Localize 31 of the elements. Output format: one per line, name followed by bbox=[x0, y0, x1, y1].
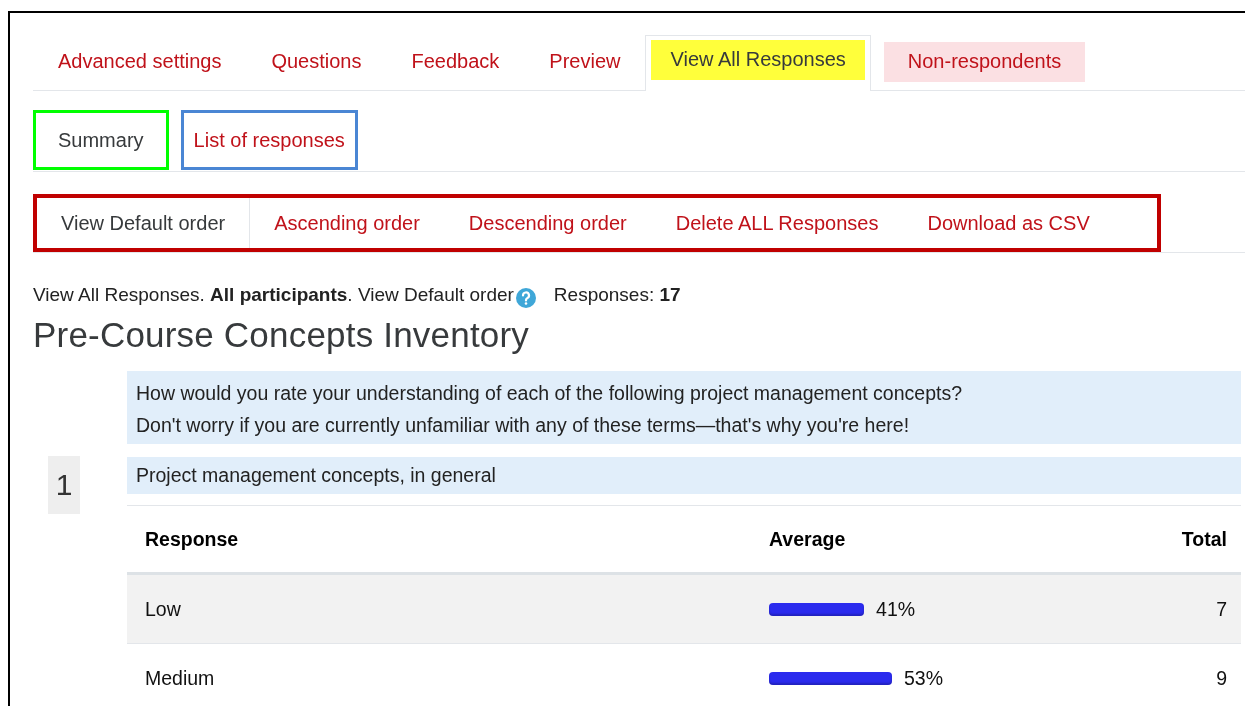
order-link[interactable]: Delete ALL Responses bbox=[651, 198, 904, 248]
tab-label: Questions bbox=[270, 50, 363, 73]
tab[interactable]: View All Responses bbox=[645, 35, 871, 91]
column-header: Total bbox=[1180, 527, 1227, 551]
sub-tab[interactable]: Summary bbox=[33, 110, 169, 170]
total-cell-text: 9 bbox=[1215, 666, 1227, 690]
question-item: Project management concepts, in general bbox=[127, 457, 1241, 494]
order-link[interactable]: Download as CSV bbox=[903, 198, 1115, 248]
tab-label: Feedback bbox=[410, 50, 501, 73]
tab-label: Non-respondents bbox=[883, 41, 1086, 82]
average-cell: 41% bbox=[876, 597, 916, 621]
tab-label: View All Responses bbox=[651, 39, 865, 80]
page-title: Pre-Course Concepts Inventory bbox=[33, 315, 531, 355]
responses-count: Responses: 17 bbox=[553, 284, 681, 306]
question-number: 1 bbox=[48, 456, 80, 514]
tab-label: Preview bbox=[548, 50, 622, 73]
response-cell-text: Medium bbox=[145, 666, 216, 690]
intro-line: Don't worry if you are currently unfamiliar with any of these terms—that's why you're here! bbox=[136, 413, 911, 438]
column-header: Response bbox=[145, 527, 240, 551]
tab-label: Advanced settings bbox=[57, 50, 223, 73]
order-link[interactable]: Descending order bbox=[444, 198, 652, 248]
view-info: View All Responses. All participants. View Default order bbox=[33, 284, 514, 306]
order-link[interactable]: View Default order bbox=[37, 198, 251, 248]
total-cell-text: 7 bbox=[1215, 597, 1227, 621]
help-icon[interactable] bbox=[515, 288, 536, 308]
column-header: Average bbox=[769, 527, 847, 551]
average-cell: 53% bbox=[903, 666, 943, 690]
order-link[interactable]: Ascending order bbox=[250, 198, 445, 248]
response-cell-text: Low bbox=[145, 597, 182, 621]
intro-line: How would you rate your understanding of each of the following project management concepts? bbox=[136, 381, 963, 406]
sub-tab[interactable]: List of responses bbox=[180, 110, 358, 170]
